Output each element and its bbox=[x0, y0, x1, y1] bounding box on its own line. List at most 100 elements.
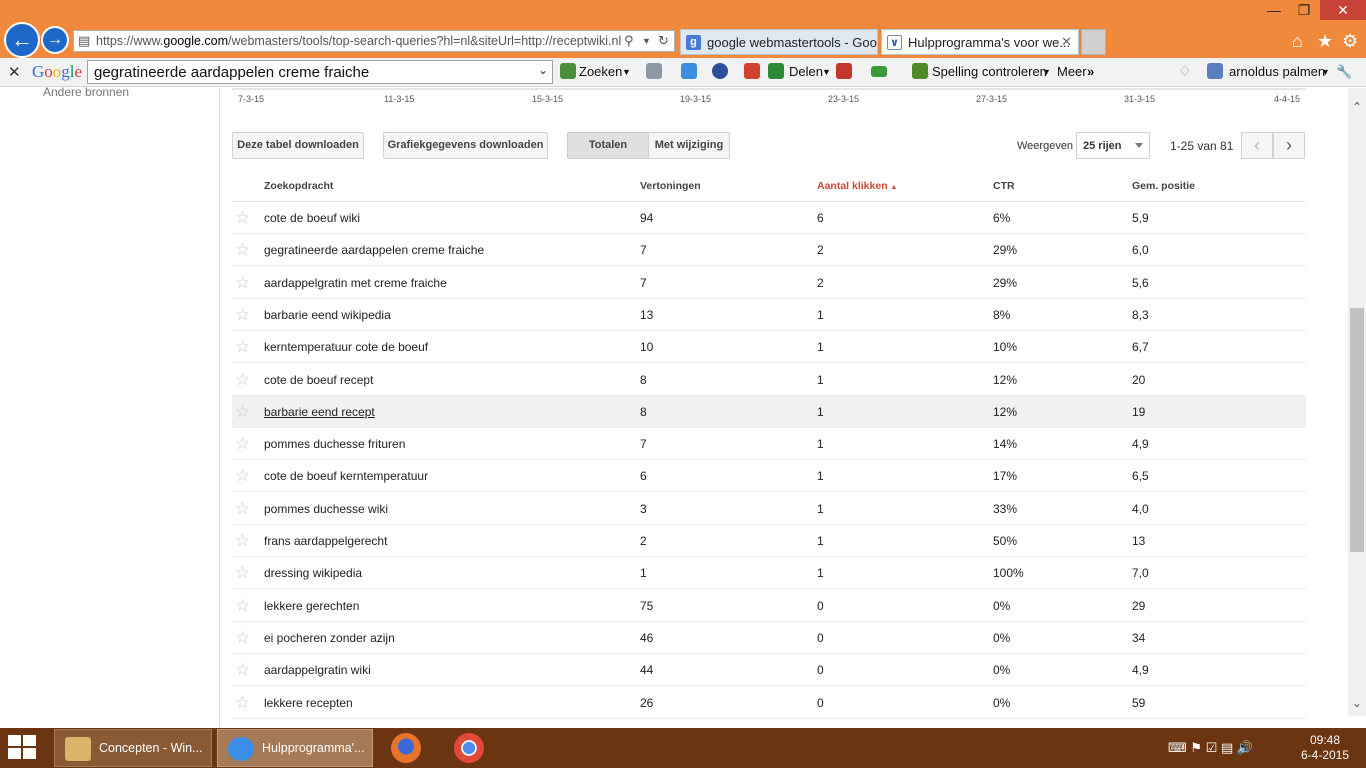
scroll-down-icon[interactable]: ⌄ bbox=[1348, 696, 1366, 710]
toolbar-search-input[interactable]: gegratineerde aardappelen creme fraiche … bbox=[87, 60, 553, 84]
table-row[interactable]: ☆ pommes duchesse frituren 7 1 14% 4,9 bbox=[232, 428, 1306, 461]
query-cell[interactable]: frans aardappelgerecht bbox=[264, 534, 387, 548]
column-header-query[interactable]: Zoekopdracht bbox=[264, 180, 333, 192]
star-icon[interactable]: ☆ bbox=[235, 370, 250, 390]
table-row[interactable]: ☆ barbarie eend recept 8 1 12% 19 bbox=[232, 395, 1306, 428]
table-row[interactable]: ☆ barbarie eend wikipedia 13 1 8% 8,3 bbox=[232, 299, 1306, 331]
table-row[interactable]: ☆ lekkere recepten 26 0 0% 59 bbox=[232, 687, 1306, 719]
previous-page-button[interactable]: ‹ bbox=[1241, 132, 1273, 159]
star-icon[interactable]: ☆ bbox=[235, 337, 250, 357]
close-window-button[interactable]: ✕ bbox=[1320, 0, 1366, 20]
translate-icon[interactable] bbox=[681, 63, 697, 79]
share-icon[interactable] bbox=[768, 63, 784, 79]
star-icon[interactable]: ☆ bbox=[235, 628, 250, 648]
double-chevron-icon[interactable]: » bbox=[1087, 64, 1094, 79]
settings-gear-icon[interactable]: ⚙ bbox=[1342, 31, 1358, 52]
security-icon[interactable]: ☑ bbox=[1206, 740, 1218, 755]
table-row[interactable]: ☆ pommes duchesse wiki 3 1 33% 4,0 bbox=[232, 493, 1306, 525]
column-header-clicks[interactable]: Aantal klikken ▲ bbox=[817, 180, 897, 192]
chevron-down-icon[interactable]: ▼ bbox=[1321, 67, 1330, 77]
query-cell[interactable]: pommes duchesse wiki bbox=[264, 502, 388, 516]
close-tab-icon[interactable]: ✕ bbox=[1061, 34, 1072, 50]
address-bar[interactable]: ▤ https://www.google.com/webmasters/tool… bbox=[73, 30, 675, 52]
chevron-down-icon[interactable]: ⌄ bbox=[538, 63, 548, 77]
spellcheck-icon[interactable] bbox=[912, 63, 928, 79]
next-page-button[interactable]: › bbox=[1273, 132, 1305, 159]
scroll-up-icon[interactable]: ⌃ bbox=[1348, 100, 1366, 114]
chrome-icon[interactable] bbox=[454, 733, 484, 763]
star-icon[interactable]: ☆ bbox=[235, 305, 250, 325]
taskbar-item-internet-explorer[interactable]: Hulpprogramma'... bbox=[217, 729, 373, 767]
chevron-down-icon[interactable]: ▼ bbox=[1042, 67, 1051, 77]
query-cell[interactable]: barbarie eend wikipedia bbox=[264, 308, 391, 322]
table-row[interactable]: ☆ cote de boeuf recept 8 1 12% 20 bbox=[232, 364, 1306, 396]
query-cell[interactable]: aardappelgratin wiki bbox=[264, 663, 371, 677]
star-icon[interactable]: ☆ bbox=[235, 208, 250, 228]
query-cell[interactable]: aardappelgratin met creme fraiche bbox=[264, 276, 447, 290]
forward-button[interactable]: → bbox=[41, 26, 69, 54]
table-row[interactable]: ☆ aardappelgratin met creme fraiche 7 2 29% 5… bbox=[232, 267, 1306, 299]
star-icon[interactable]: ☆ bbox=[235, 466, 250, 486]
star-icon[interactable]: ☆ bbox=[235, 693, 250, 713]
search-icon[interactable]: ⚲ bbox=[624, 33, 634, 49]
sidebar-link-andere-bronnen[interactable]: Andere bronnen bbox=[43, 85, 129, 99]
network-icon[interactable]: ▤ bbox=[1221, 740, 1233, 755]
google-plus-icon[interactable] bbox=[744, 63, 760, 79]
volume-icon[interactable]: 🔊 bbox=[1237, 740, 1253, 755]
query-cell[interactable]: cote de boeuf recept bbox=[264, 373, 373, 387]
table-row[interactable]: ☆ gegratineerde aardappelen creme fraiche… bbox=[232, 234, 1306, 267]
flag-icon[interactable]: ⚑ bbox=[1190, 740, 1202, 755]
table-row[interactable]: ☆ ei pocheren zonder azijn 46 0 0% 34 bbox=[232, 622, 1306, 654]
refresh-icon[interactable]: ↻ bbox=[658, 33, 669, 49]
bookmarks-icon[interactable] bbox=[646, 63, 662, 79]
globe-icon[interactable] bbox=[712, 63, 728, 79]
with-change-toggle-button[interactable]: Met wijziging bbox=[648, 132, 730, 159]
home-icon[interactable]: ⌂ bbox=[1292, 31, 1303, 52]
tab-hulpprogrammas[interactable]: ∨ Hulpprogramma's voor we... ✕ bbox=[881, 29, 1079, 55]
keyboard-icon[interactable]: ⌨ bbox=[1168, 740, 1187, 755]
table-row[interactable]: ☆ dressing wikipedia 1 1 100% 7,0 bbox=[232, 557, 1306, 590]
close-toolbar-icon[interactable]: ✕ bbox=[8, 63, 21, 81]
totals-toggle-button[interactable]: Totalen bbox=[567, 132, 649, 159]
star-icon[interactable]: ☆ bbox=[235, 273, 250, 293]
favorites-star-icon[interactable]: ★ bbox=[1317, 31, 1333, 52]
page-scrollbar[interactable]: ⌃ ⌄ bbox=[1348, 88, 1366, 716]
query-cell[interactable]: barbarie eend recept bbox=[264, 405, 375, 419]
star-icon[interactable]: ☆ bbox=[235, 563, 250, 583]
query-cell[interactable]: cote de boeuf wiki bbox=[264, 211, 360, 225]
star-icon[interactable]: ☆ bbox=[235, 660, 250, 680]
dropdown-icon[interactable]: ▼ bbox=[642, 36, 651, 46]
download-graph-data-button[interactable]: Grafiekgegevens downloaden bbox=[383, 132, 548, 159]
user-name[interactable]: arnoldus palmen bbox=[1229, 64, 1325, 79]
minimize-button[interactable]: — bbox=[1260, 0, 1288, 20]
star-icon[interactable]: ☆ bbox=[235, 596, 250, 616]
query-cell[interactable]: lekkere recepten bbox=[264, 696, 353, 710]
taskbar-clock[interactable]: 09:48 6-4-2015 bbox=[1298, 733, 1352, 763]
table-row[interactable]: ☆ cote de boeuf kerntemperatuur 6 1 17% 6,5 bbox=[232, 460, 1306, 493]
chevron-down-icon[interactable]: ▼ bbox=[622, 67, 631, 77]
tab-webmastertools[interactable]: g google webmastertools - Goo... bbox=[680, 29, 878, 55]
share-button[interactable]: Delen bbox=[789, 64, 823, 79]
query-cell[interactable]: lekkere gerechten bbox=[264, 599, 359, 613]
star-icon[interactable]: ☆ bbox=[235, 531, 250, 551]
star-icon[interactable]: ☆ bbox=[235, 434, 250, 454]
firefox-icon[interactable] bbox=[391, 733, 421, 763]
star-icon[interactable]: ☆ bbox=[235, 402, 250, 422]
column-header-ctr[interactable]: CTR bbox=[993, 180, 1015, 192]
windows-start-button[interactable] bbox=[8, 735, 40, 761]
query-cell[interactable]: dressing wikipedia bbox=[264, 566, 362, 580]
spellcheck-button[interactable]: Spelling controleren bbox=[932, 64, 1047, 79]
query-cell[interactable]: cote de boeuf kerntemperatuur bbox=[264, 469, 428, 483]
star-icon[interactable]: ☆ bbox=[235, 240, 250, 260]
download-table-button[interactable]: Deze tabel downloaden bbox=[232, 132, 364, 159]
maximize-button[interactable]: ❐ bbox=[1290, 0, 1318, 20]
query-cell[interactable]: gegratineerde aardappelen creme fraiche bbox=[264, 243, 484, 257]
column-header-position[interactable]: Gem. positie bbox=[1132, 180, 1195, 192]
table-row[interactable]: ☆ lekkere gerechten 75 0 0% 29 bbox=[232, 590, 1306, 622]
notification-bell-icon[interactable]: ♢ bbox=[1178, 62, 1191, 80]
chevron-down-icon[interactable]: ▼ bbox=[822, 67, 831, 77]
query-cell[interactable]: ei pocheren zonder azijn bbox=[264, 631, 395, 645]
back-button[interactable]: ← bbox=[4, 22, 40, 58]
wrench-icon[interactable]: 🔧 bbox=[1336, 64, 1352, 80]
taskbar-item-live-writer[interactable]: Concepten - Win... bbox=[54, 729, 212, 767]
